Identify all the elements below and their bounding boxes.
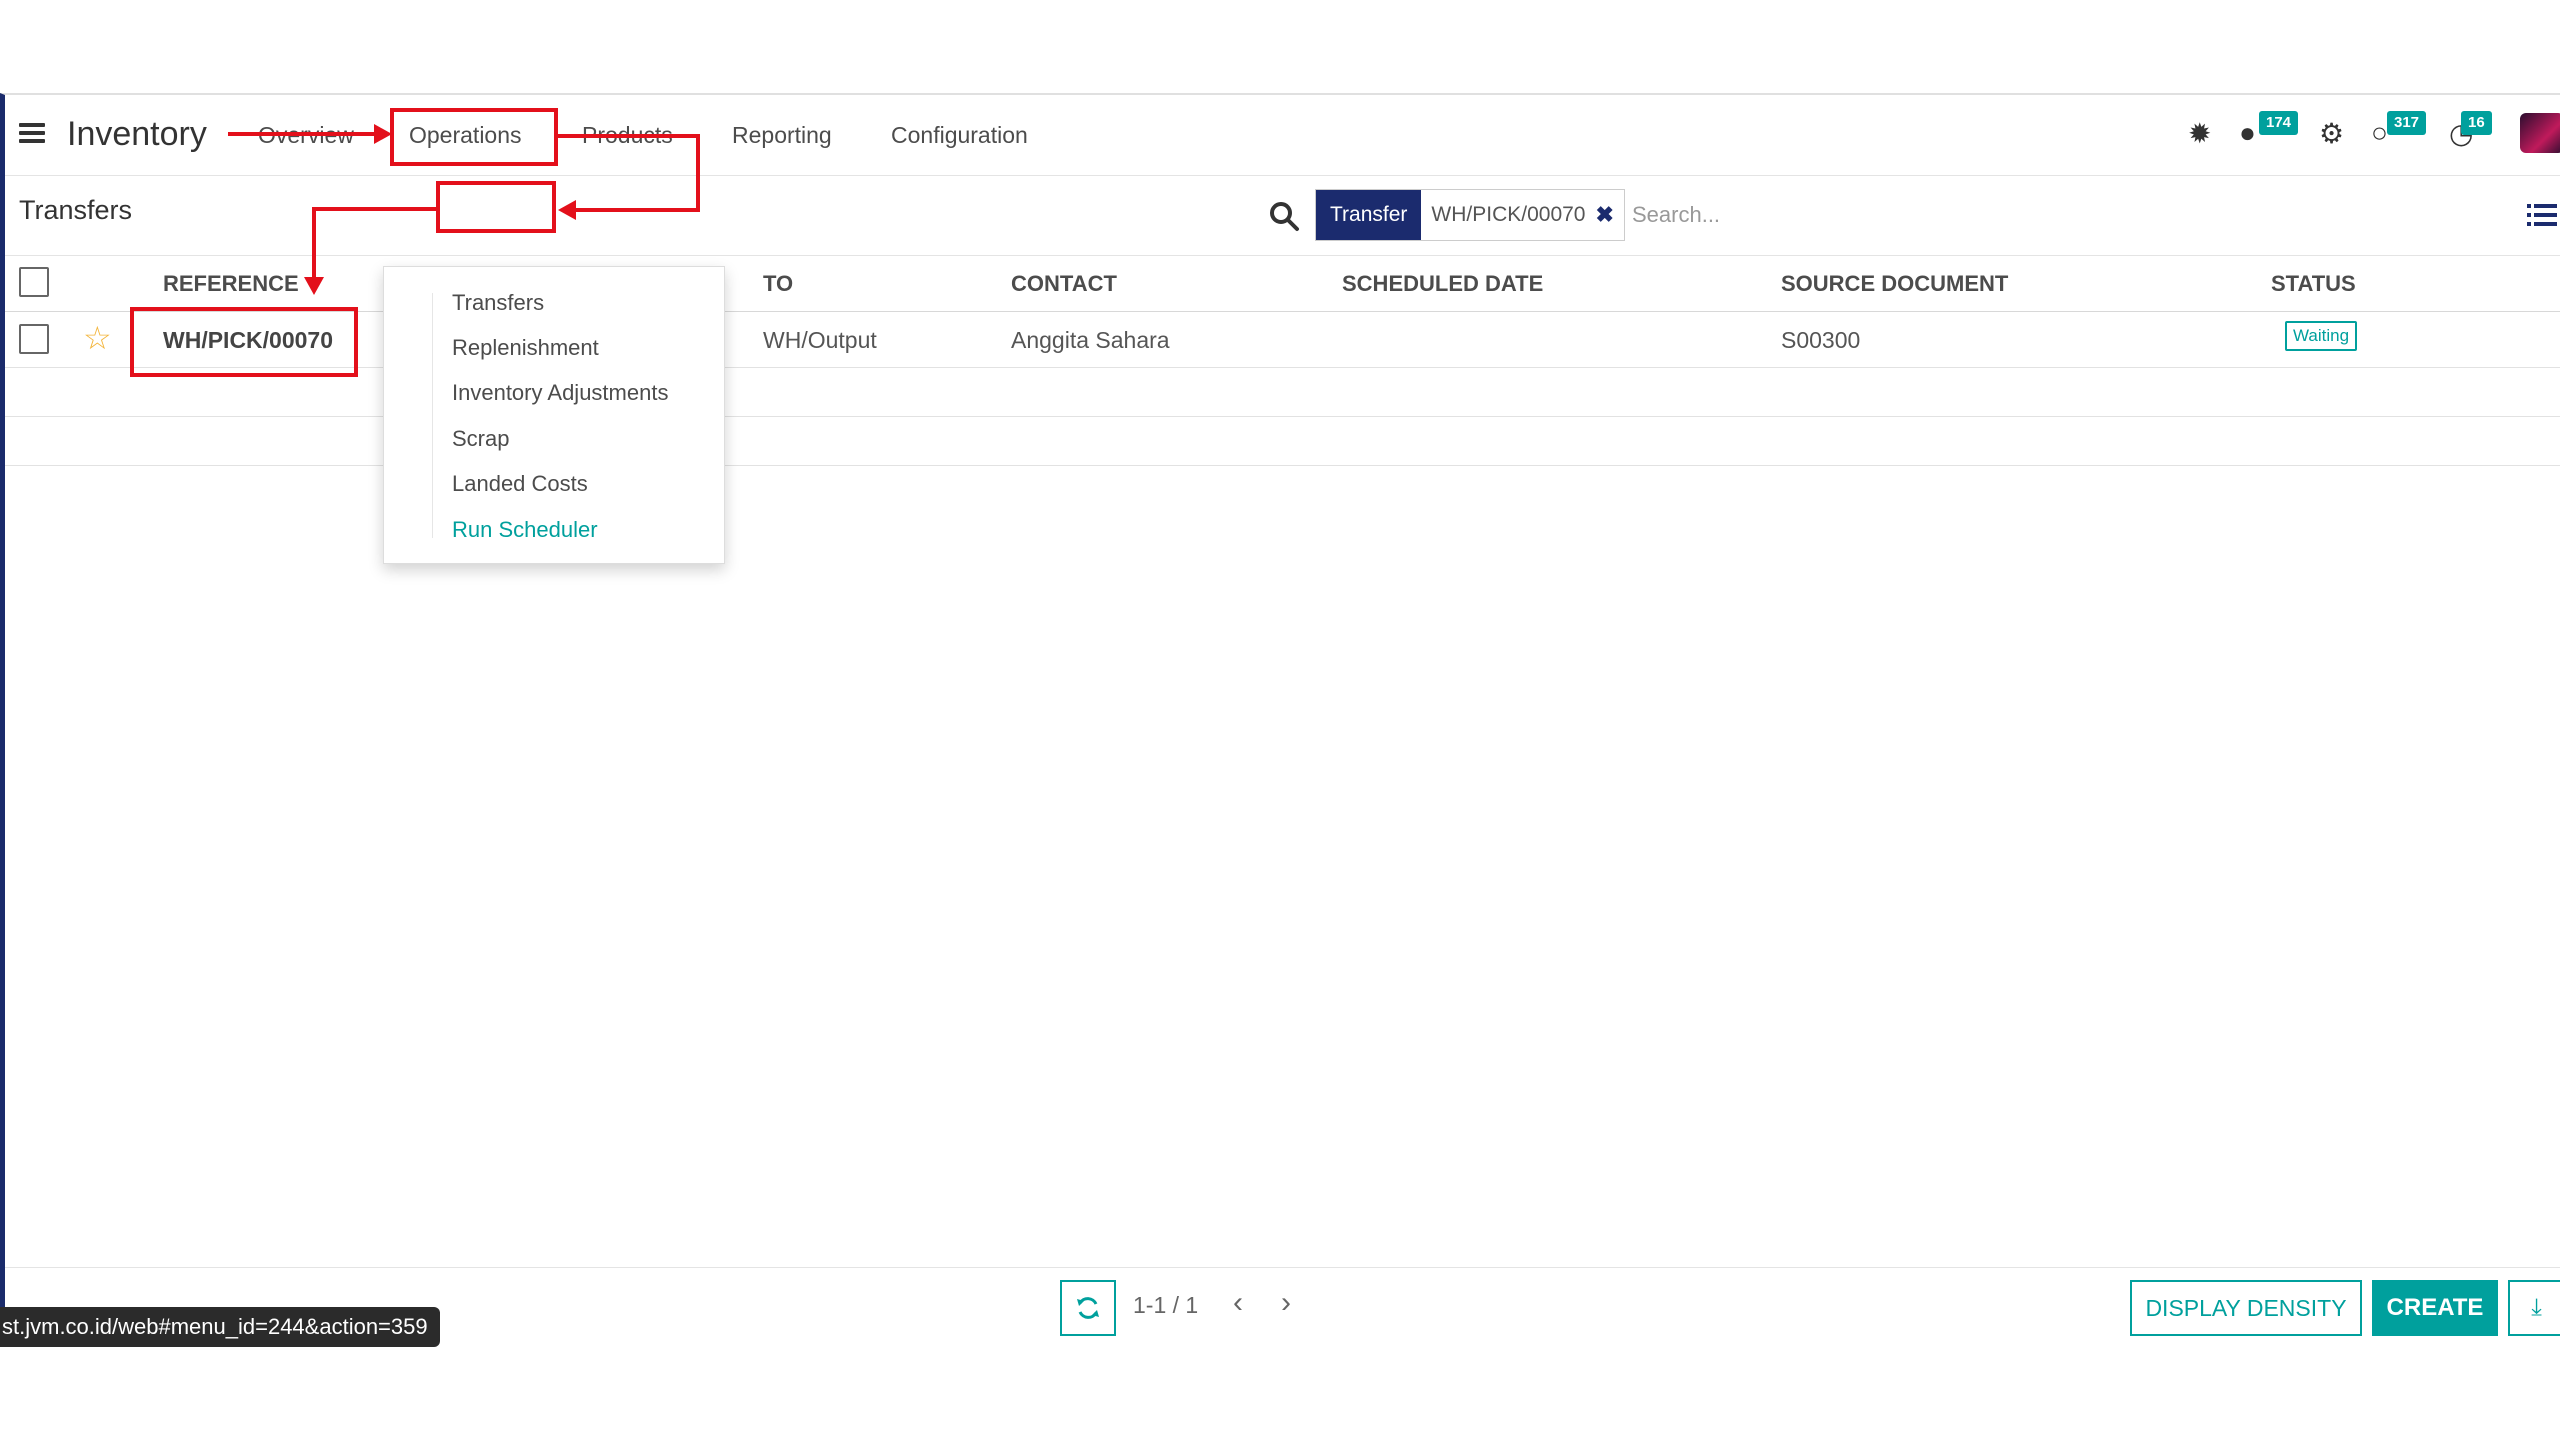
annotation-arrow-line <box>312 207 436 211</box>
search-input[interactable] <box>1630 189 2334 241</box>
search-icon[interactable] <box>1267 199 1301 233</box>
dropdown-item-run-scheduler[interactable]: Run Scheduler <box>452 517 598 543</box>
search-facet[interactable]: Transfer WH/PICK/00070 ✖ <box>1315 189 1625 241</box>
facet-label: Transfer <box>1316 190 1422 240</box>
annotation-arrow-line <box>312 207 316 277</box>
dropdown-item-scrap[interactable]: Scrap <box>452 426 509 452</box>
refresh-icon <box>1077 1297 1099 1319</box>
annotation-arrowhead <box>558 200 576 220</box>
pager-previous-icon[interactable]: ‹ <box>1233 1286 1243 1320</box>
activities-icon[interactable]: ○ <box>2371 117 2388 149</box>
facet-value-wrap: WH/PICK/00070 ✖ <box>1421 202 1624 228</box>
annotation-arrow-line <box>228 132 378 136</box>
status-url-tooltip: st.jvm.co.id/web#menu_id=244&action=359 <box>0 1307 440 1347</box>
dropdown-item-transfers[interactable]: Transfers <box>452 290 544 316</box>
annotation-arrow-line <box>558 134 700 138</box>
column-contact[interactable]: CONTACT <box>1011 271 1117 297</box>
app-title[interactable]: Inventory <box>67 115 207 154</box>
annotation-arrow-line <box>576 208 700 212</box>
status-badge: Waiting <box>2285 321 2358 351</box>
pager-next-icon[interactable]: › <box>1281 1286 1291 1320</box>
annotation-box-transfers <box>436 181 556 233</box>
column-status[interactable]: STATUS <box>2271 271 2356 297</box>
row-checkbox[interactable] <box>19 324 49 354</box>
inventory-app: Inventory Overview Operations Products R… <box>0 93 2560 1347</box>
control-panel: Transfers Transfer WH/PICK/00070 ✖ <box>5 175 2560 256</box>
menu-reporting[interactable]: Reporting <box>732 122 832 149</box>
refresh-button[interactable] <box>1060 1280 1116 1336</box>
annotation-box-operations <box>390 108 558 166</box>
column-source-document[interactable]: SOURCE DOCUMENT <box>1781 271 2008 297</box>
messages-icon[interactable]: ● <box>2239 117 2256 149</box>
settings-gear-icon[interactable]: ⚙ <box>2319 117 2344 150</box>
create-button[interactable]: CREATE <box>2372 1280 2498 1336</box>
annotation-arrow-line <box>696 134 700 212</box>
clock-badge: 16 <box>2461 111 2492 135</box>
select-all-checkbox[interactable] <box>19 267 49 297</box>
dropdown-item-landed-costs[interactable]: Landed Costs <box>452 471 588 497</box>
activities-badge: 317 <box>2387 111 2427 135</box>
dropdown-item-inventory-adjustments[interactable]: Inventory Adjustments <box>452 380 668 406</box>
download-icon[interactable]: ⤓ <box>2508 1280 2560 1336</box>
operations-dropdown: Transfers Replenishment Inventory Adjust… <box>383 266 725 564</box>
facet-remove-icon[interactable]: ✖ <box>1596 202 1614 228</box>
facet-value: WH/PICK/00070 <box>1431 203 1586 226</box>
annotation-arrowhead <box>304 277 324 295</box>
messages-badge: 174 <box>2259 111 2299 135</box>
column-to[interactable]: TO <box>763 271 793 297</box>
favorite-star-icon[interactable]: ☆ <box>83 319 112 357</box>
apps-menu-icon[interactable] <box>19 119 45 149</box>
debug-bug-icon[interactable]: ✹ <box>2188 117 2211 150</box>
dropdown-item-replenishment[interactable]: Replenishment <box>452 335 599 361</box>
breadcrumb: Transfers <box>19 195 133 225</box>
display-density-button[interactable]: DISPLAY DENSITY <box>2130 1280 2362 1336</box>
annotation-box-reference <box>130 307 358 377</box>
cell-contact: Anggita Sahara <box>1011 327 1170 353</box>
pager-value[interactable]: 1-1 / 1 <box>1133 1292 1198 1319</box>
column-scheduled-date[interactable]: SCHEDULED DATE <box>1342 271 1543 297</box>
cell-source-document: S00300 <box>1781 327 1861 353</box>
column-reference[interactable]: REFERENCE <box>163 271 299 297</box>
dropdown-divider <box>432 293 433 538</box>
menu-configuration[interactable]: Configuration <box>891 122 1028 149</box>
user-avatar[interactable] <box>2520 113 2560 153</box>
cell-to: WH/Output <box>763 327 877 353</box>
list-view-icon[interactable] <box>2527 203 2557 227</box>
annotation-arrowhead <box>374 124 392 144</box>
